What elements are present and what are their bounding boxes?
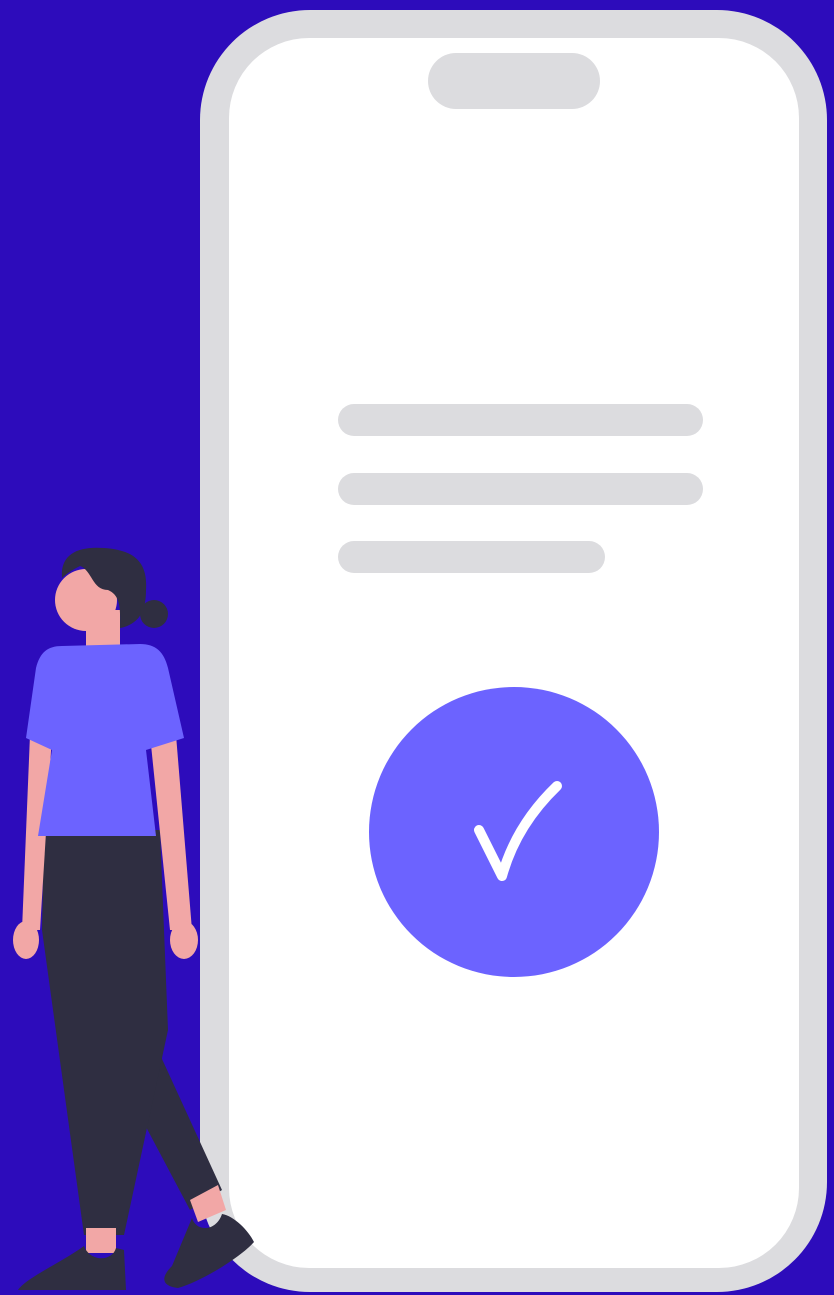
person-hand-right	[170, 921, 198, 959]
phone-screen	[229, 38, 799, 1268]
illustration-canvas	[13, 10, 827, 1292]
success-illustration	[0, 0, 834, 1295]
phone-mockup	[200, 10, 827, 1292]
check-circle	[369, 687, 659, 977]
phone-notch	[428, 53, 600, 109]
success-badge	[369, 687, 659, 977]
person-hand-left	[13, 921, 39, 959]
person-leg-front	[42, 830, 168, 1235]
placeholder-line	[338, 541, 605, 573]
person-ankle-front	[86, 1228, 116, 1253]
person-hair-bun	[140, 600, 168, 628]
placeholder-line	[338, 404, 703, 436]
placeholder-line	[338, 473, 703, 505]
